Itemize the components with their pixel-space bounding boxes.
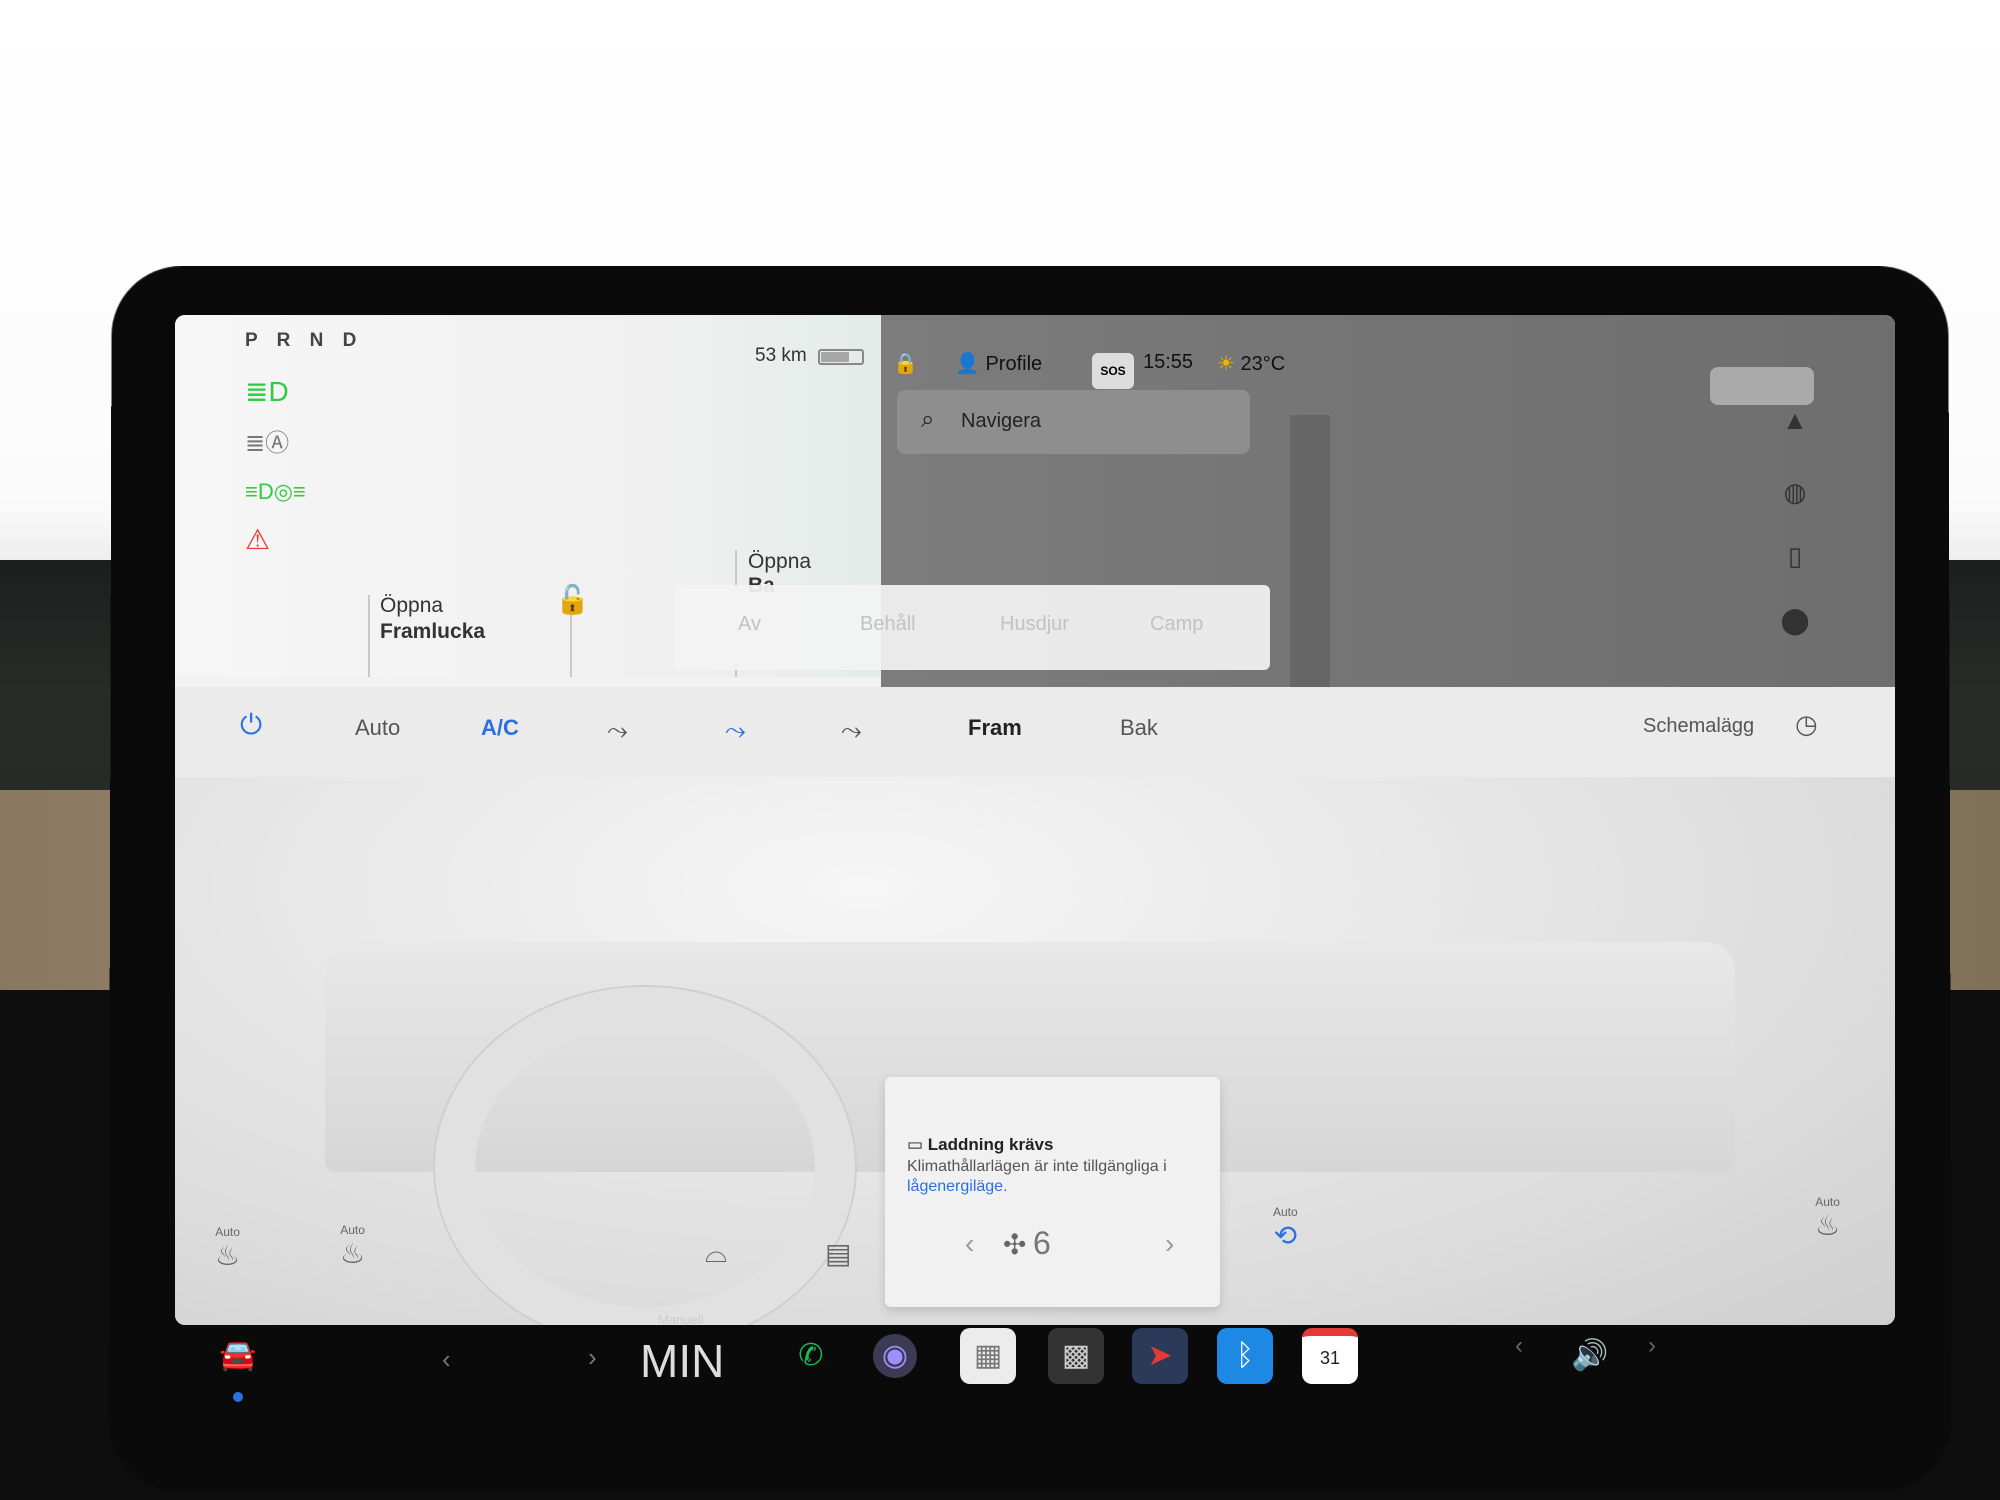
- touchscreen: P R N D 53 km ≣D ≣Ⓐ ≡D◎≡ ⚠ Öppna Framluc…: [175, 315, 1895, 1325]
- open-frunk-target: Framlucka: [380, 620, 486, 643]
- seatbelt-warning-icon: ⚠: [245, 524, 271, 555]
- airflow-windshield-icon[interactable]: ⤳: [841, 715, 862, 747]
- profile-button[interactable]: 👤 Profile: [955, 351, 1042, 376]
- weather: ☀ 23°C: [1217, 351, 1285, 376]
- seat-heater-icon: ♨: [215, 1240, 241, 1271]
- open-frunk-label: Öppna: [380, 594, 444, 617]
- parking-light-icon: ≡D◎≡: [245, 479, 306, 504]
- location-pin-icon[interactable]: ⬤: [1765, 605, 1825, 659]
- sos-button[interactable]: SOS: [1092, 353, 1134, 389]
- bluetooth-icon[interactable]: ᛒ: [1217, 1328, 1273, 1384]
- cabin-temperature[interactable]: MIN: [640, 1334, 724, 1388]
- mode-keep[interactable]: Behåll: [860, 613, 916, 636]
- passenger-seat-auto-label: Auto: [1815, 1195, 1840, 1209]
- ac-button[interactable]: A/C: [481, 715, 519, 741]
- steering-wheel-heater[interactable]: Auto ♨: [340, 1223, 365, 1270]
- navigation-search[interactable]: ⌕ Navigera: [897, 390, 1250, 454]
- airflow-feet-icon[interactable]: ⤳: [725, 715, 746, 747]
- temp-decrease-button[interactable]: ‹: [442, 1344, 451, 1375]
- notepad-icon[interactable]: ▦: [960, 1328, 1016, 1384]
- calendar-icon[interactable]: 31: [1302, 1328, 1358, 1384]
- recirculation-icon: ⟲: [1273, 1220, 1298, 1251]
- auto-highbeam-icon: ≣Ⓐ: [245, 430, 290, 457]
- driver-seat-heater[interactable]: Auto ♨: [215, 1225, 240, 1272]
- globe-icon[interactable]: ◍: [1765, 477, 1825, 531]
- wheel-heater-icon: ♨: [340, 1238, 366, 1269]
- lock-status-icon[interactable]: 🔒: [893, 351, 918, 376]
- power-icon[interactable]: ⏻: [240, 709, 262, 742]
- recirc-auto-label: Auto: [1273, 1205, 1298, 1219]
- headlight-icon: ≣D: [245, 376, 289, 407]
- recirculation-button[interactable]: Auto ⟲: [1273, 1205, 1298, 1252]
- notice-body: Klimathållarlägen är inte tillgängliga i…: [907, 1157, 1207, 1197]
- front-defrost-button[interactable]: ⌓: [705, 1237, 727, 1270]
- tab-rear[interactable]: Bak: [1120, 715, 1158, 741]
- volume-decrease-button[interactable]: ‹: [1515, 1332, 1523, 1360]
- passenger-seat-heater[interactable]: Auto ♨: [1815, 1195, 1840, 1242]
- mode-camp[interactable]: Camp: [1150, 613, 1203, 636]
- profile-label: Profile: [985, 353, 1043, 375]
- sun-icon: ☀: [1217, 353, 1235, 375]
- search-placeholder: Navigera: [961, 410, 1042, 432]
- battery-low-icon: ▭: [907, 1135, 924, 1154]
- airflow-face-icon[interactable]: ⤳: [607, 715, 628, 747]
- open-trunk-label: Öppna: [748, 550, 812, 573]
- search-icon: ⌕: [921, 406, 935, 433]
- phone-icon[interactable]: ✆: [783, 1328, 839, 1384]
- navigation-app-icon[interactable]: ➤: [1132, 1328, 1188, 1384]
- notice-title: ▭ Laddning krävs: [907, 1135, 1053, 1155]
- volume-icon[interactable]: 🔊: [1562, 1328, 1618, 1384]
- steering-wheel-render: [435, 987, 855, 1325]
- notice-title-text: Laddning krävs: [927, 1135, 1054, 1154]
- fan-speed-value: 6: [1033, 1225, 1051, 1261]
- battery-icon: [818, 349, 864, 365]
- front-defrost-icon: ⌓: [705, 1237, 728, 1268]
- mode-dog[interactable]: Husdjur: [1000, 613, 1069, 636]
- map-orientation-icon[interactable]: ▲: [1765, 405, 1825, 459]
- fan-icon: ✣: [1003, 1229, 1027, 1260]
- unlock-icon[interactable]: 🔓: [555, 583, 590, 616]
- volume-increase-button[interactable]: ›: [1648, 1332, 1656, 1360]
- app-launcher-icon[interactable]: ▩: [1048, 1328, 1104, 1384]
- map-controls: ▲ ◍ ▯ ⬤: [1765, 405, 1825, 675]
- schedule-button[interactable]: Schemalägg: [1643, 715, 1754, 738]
- clock: 15:55: [1143, 351, 1194, 373]
- mode-off[interactable]: Av: [738, 613, 761, 636]
- outside-temperature: 23°C: [1240, 353, 1286, 375]
- low-energy-link[interactable]: lågenergiläge.: [907, 1178, 1008, 1195]
- range-readout: 53 km: [755, 345, 807, 366]
- wheel-heater-auto-label: Auto: [340, 1223, 365, 1237]
- low-energy-notice: ▭ Laddning krävs Klimathållarlägen är in…: [885, 1077, 1220, 1307]
- camera-icon[interactable]: ◉: [873, 1334, 917, 1378]
- notice-body-text: Klimathållarlägen är inte tillgängliga i: [907, 1158, 1167, 1175]
- person-icon: 👤: [955, 353, 980, 375]
- climate-toolbar: ⏻ Auto A/C ⤳ ⤳ ⤳ Fram Bak Schemalägg ◷: [175, 687, 1895, 777]
- car-icon[interactable]: 🚘: [210, 1328, 266, 1384]
- door-divider: [368, 595, 370, 677]
- map-road: [1290, 415, 1330, 687]
- active-indicator: [233, 1392, 243, 1402]
- climate-mode-label: Manuell: [658, 1312, 704, 1327]
- passenger-airbag-indicator: [1710, 367, 1814, 405]
- charger-icon[interactable]: ▯: [1765, 541, 1825, 595]
- fan-decrease-button[interactable]: ‹: [965, 1228, 974, 1260]
- door-divider: [570, 615, 572, 677]
- rear-defrost-icon: ▤: [825, 1238, 852, 1269]
- climate-keeper-modes: Av Behåll Husdjur Camp: [675, 585, 1270, 670]
- bottom-dock: 🚘 ‹ Manuell MIN › ✆ ◉ ▦ ▩ ➤ ᛒ 31 ‹ 🔊 ›: [160, 1300, 1920, 1450]
- temp-increase-button[interactable]: ›: [588, 1342, 597, 1373]
- tab-front[interactable]: Fram: [968, 715, 1022, 741]
- passenger-seat-heater-icon: ♨: [1815, 1210, 1841, 1241]
- fan-increase-button[interactable]: ›: [1165, 1228, 1174, 1260]
- gear-selector: P R N D: [245, 330, 364, 351]
- open-frunk-button[interactable]: Öppna Framlucka: [380, 593, 485, 645]
- auto-button[interactable]: Auto: [355, 715, 400, 741]
- seat-heater-auto-label: Auto: [215, 1225, 240, 1239]
- calendar-day: 31: [1319, 1348, 1341, 1368]
- clock-icon[interactable]: ◷: [1795, 709, 1818, 740]
- rear-defrost-button[interactable]: ▤: [825, 1237, 851, 1270]
